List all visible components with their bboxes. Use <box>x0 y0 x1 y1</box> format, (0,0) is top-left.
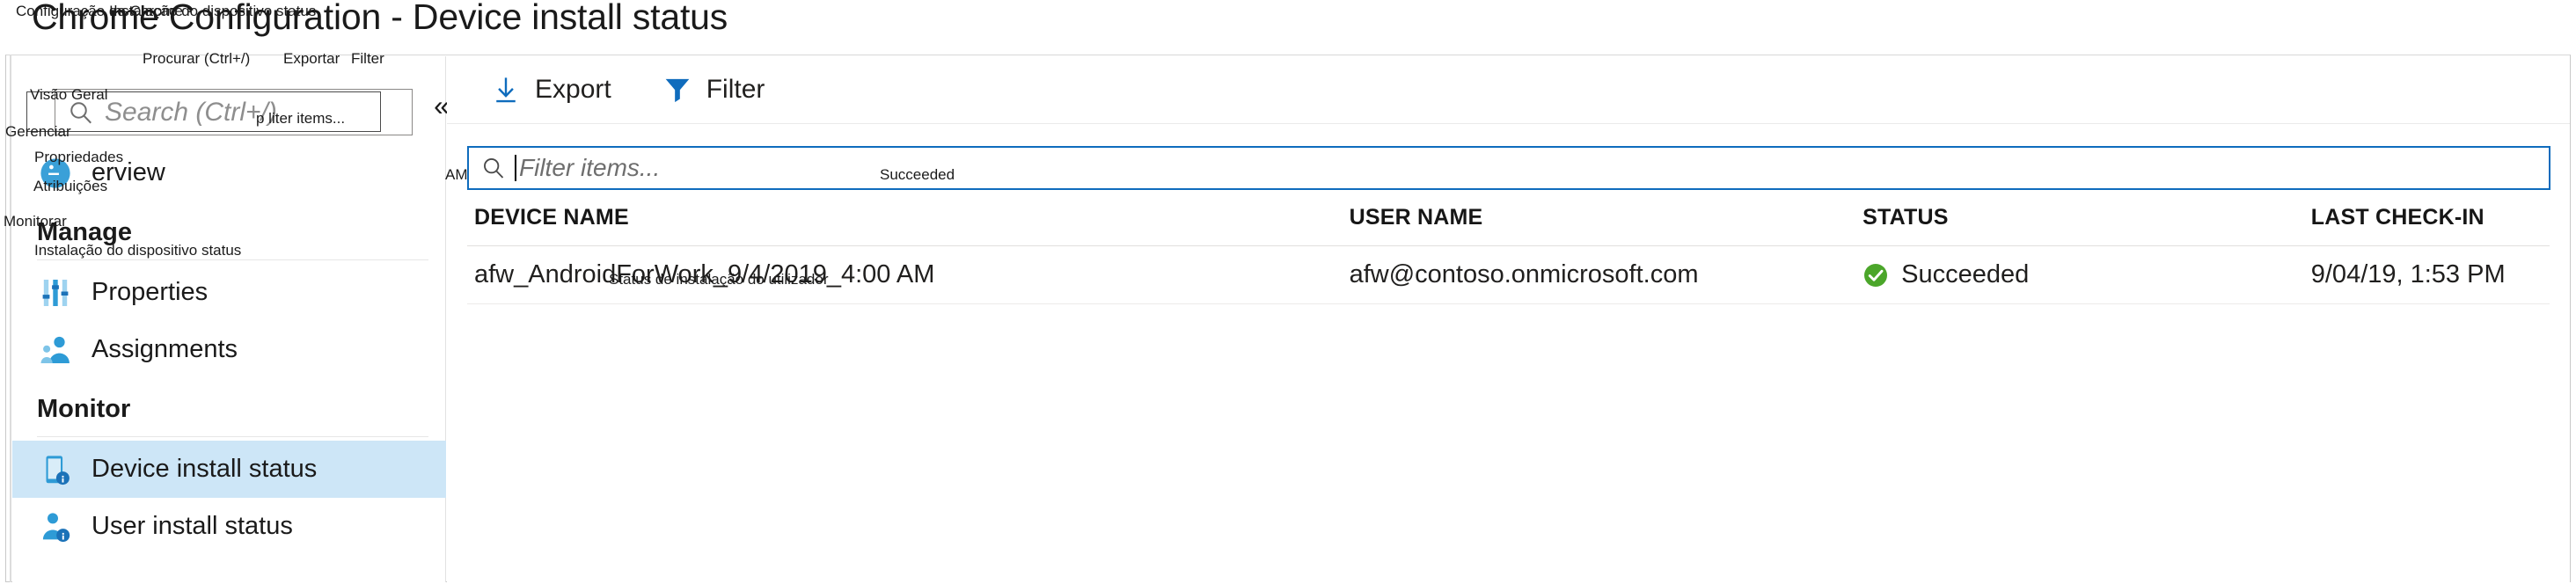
search-icon <box>68 99 94 126</box>
sidebar-item-assignments[interactable]: Assignments <box>12 321 446 378</box>
filter-items-placeholder: Filter items... <box>519 154 661 181</box>
filter-items-input[interactable]: Filter items... <box>467 146 2550 190</box>
sidebar-nav-list: erview Manage Properties Assignments Mon… <box>12 144 446 555</box>
download-arrow-icon <box>491 75 521 105</box>
user-info-icon <box>37 508 74 545</box>
success-check-icon <box>1862 262 1889 288</box>
sidebar: Search (Ctrl+/) « erview Manage Properti… <box>12 56 450 582</box>
cell-status: Succeeded <box>1862 260 2311 289</box>
cell-last-check-in: 9/04/19, 1:53 PM <box>2310 260 2506 288</box>
sidebar-item-device-install-status-label: Device install status <box>91 455 318 483</box>
filter-row: Filter items... <box>447 124 2570 190</box>
sidebar-group-manage: Manage <box>37 218 132 246</box>
sidebar-search-input[interactable]: Search (Ctrl+/) <box>55 89 413 135</box>
main-content: Export Filter Filter items... DEVICE NAM… <box>447 56 2570 582</box>
status-badge: Succeeded <box>1901 260 2030 288</box>
sidebar-item-user-install-status[interactable]: User install status <box>12 498 446 555</box>
search-icon <box>481 156 506 180</box>
export-button-label: Export <box>535 75 611 104</box>
overview-icon <box>37 155 74 192</box>
window-frame-accent <box>10 55 11 582</box>
sidebar-search-placeholder: Search (Ctrl+/) <box>105 97 277 127</box>
table-header-row: DEVICE NAME USER NAME STATUS LAST CHECK-… <box>467 190 2550 246</box>
ui-layer: Chrome Configuration - Device install st… <box>0 0 2576 584</box>
sidebar-item-properties-label: Properties <box>91 278 209 306</box>
text-cursor <box>515 155 516 181</box>
sidebar-item-user-install-status-label: User install status <box>91 512 293 540</box>
column-header-last-check-in[interactable]: LAST CHECK-IN <box>2311 205 2550 230</box>
filter-button[interactable]: Filter <box>659 65 787 114</box>
sidebar-divider-monitor <box>37 436 428 437</box>
page-title: Chrome Configuration - Device install st… <box>32 0 728 37</box>
device-info-icon <box>37 451 74 488</box>
device-install-status-table: DEVICE NAME USER NAME STATUS LAST CHECK-… <box>467 190 2550 304</box>
cell-user-name: afw@contoso.onmicrosoft.com <box>1349 260 1699 288</box>
sidebar-item-overview-label: erview <box>91 158 165 186</box>
sidebar-divider-manage <box>37 259 428 260</box>
sliders-icon <box>37 274 74 311</box>
screen-root: Chrome Configuration - Device install st… <box>0 0 2576 584</box>
sidebar-item-overview[interactable]: erview <box>12 144 446 201</box>
sidebar-item-assignments-label: Assignments <box>91 335 238 363</box>
cell-device-name: afw_AndroidForWork_9/4/2019_4:00 AM <box>474 260 935 288</box>
table-row[interactable]: afw_AndroidForWork_9/4/2019_4:00 AM afw@… <box>467 246 2550 304</box>
command-bar: Export Filter <box>447 56 2570 124</box>
export-button[interactable]: Export <box>487 65 633 114</box>
column-header-user-name[interactable]: USER NAME <box>1350 205 1863 230</box>
column-header-status[interactable]: STATUS <box>1862 205 2311 230</box>
sidebar-group-monitor: Monitor <box>37 395 131 423</box>
filter-button-label: Filter <box>706 75 765 104</box>
sidebar-item-device-install-status[interactable]: Device install status <box>12 441 446 498</box>
funnel-icon <box>662 75 692 105</box>
assignments-people-icon <box>37 332 74 369</box>
column-header-device-name[interactable]: DEVICE NAME <box>467 205 1350 230</box>
sidebar-item-properties[interactable]: Properties <box>12 264 446 321</box>
